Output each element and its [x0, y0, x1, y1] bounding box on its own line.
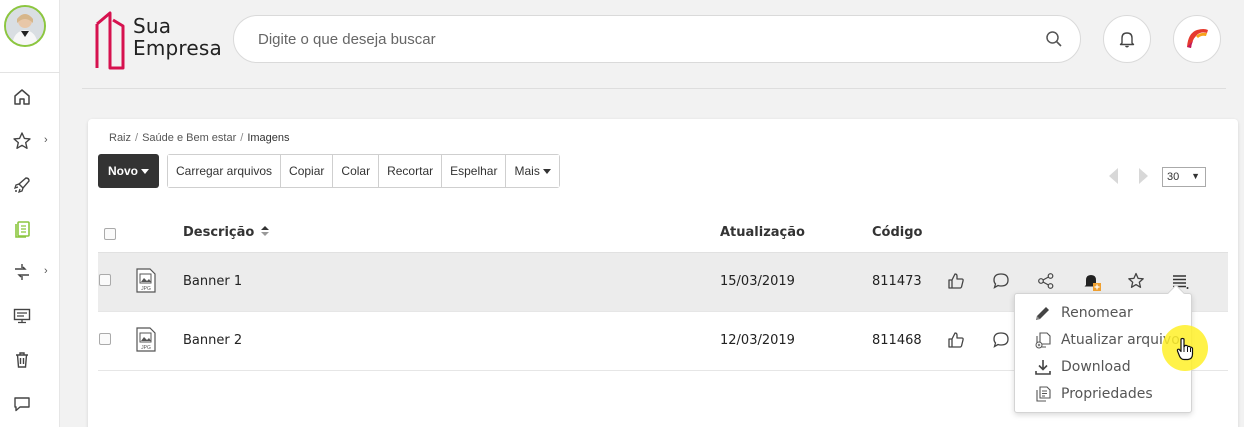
file-code: 811473 [872, 274, 922, 289]
hand-cursor-icon [1176, 337, 1194, 361]
notifications-button[interactable] [1103, 15, 1151, 63]
like-icon[interactable] [947, 272, 965, 290]
select-all-checkbox[interactable] [104, 228, 116, 240]
header-divider [82, 88, 1226, 89]
chevron-right-icon: › [44, 134, 48, 146]
properties-icon [1036, 386, 1051, 402]
sidebar-item-documents[interactable] [12, 214, 52, 244]
svg-text:JPG: JPG [141, 286, 151, 292]
caret-down-icon [141, 168, 149, 174]
avatar[interactable] [4, 5, 46, 47]
chevron-right-icon: › [44, 265, 48, 277]
breadcrumb-item-current: Imagens [247, 132, 290, 144]
sidebar-item-workflow[interactable]: › [12, 257, 52, 287]
sidebar-divider [0, 72, 60, 73]
prev-page-icon[interactable] [1107, 167, 1121, 185]
file-updated-date: 15/03/2019 [720, 274, 795, 289]
file-updated-date: 12/03/2019 [720, 333, 795, 348]
star-icon [13, 132, 31, 149]
svg-text:JPG: JPG [141, 345, 151, 351]
file-name[interactable]: Banner 2 [183, 333, 242, 348]
share-icon[interactable] [1037, 272, 1055, 290]
comment-icon[interactable] [992, 331, 1010, 349]
sidebar: › › [0, 0, 60, 427]
table-header: Descrição Atualização Código [98, 213, 1228, 253]
search-bar [233, 15, 1081, 63]
menu-item-rename[interactable]: Renomear [1015, 300, 1191, 327]
sidebar-item-trash[interactable] [12, 345, 52, 375]
brand-name-line1: Sua [133, 14, 172, 38]
image-file-icon: JPG [136, 268, 156, 293]
company-logo[interactable]: Sua Empresa [93, 10, 223, 72]
rocket-icon [13, 177, 30, 194]
column-code[interactable]: Código [872, 225, 922, 240]
bell-icon [1119, 32, 1135, 48]
new-button[interactable]: Novo [98, 154, 159, 188]
dropdown-arrow-icon: ▼ [1191, 171, 1200, 181]
upload-files-button[interactable]: Carregar arquivos [168, 155, 282, 187]
file-name[interactable]: Banner 1 [183, 274, 242, 289]
like-icon[interactable] [947, 331, 965, 349]
breadcrumb-item-root[interactable]: Raiz [109, 132, 131, 144]
workflow-arrows-icon [15, 264, 29, 280]
update-file-icon [1035, 332, 1051, 349]
download-icon [1035, 360, 1051, 375]
notification-subscribe-icon[interactable] [1082, 272, 1102, 292]
file-code: 811468 [872, 333, 922, 348]
chat-icon [14, 397, 30, 412]
presentation-icon [13, 308, 31, 324]
row-checkbox[interactable] [99, 274, 111, 286]
sidebar-item-messages[interactable] [12, 389, 52, 419]
column-description[interactable]: Descrição [183, 225, 269, 240]
sidebar-item-launch[interactable] [12, 170, 52, 200]
next-page-icon[interactable] [1136, 167, 1150, 185]
toolbar-button-group: Carregar arquivos Copiar Colar Recortar … [167, 154, 560, 188]
documents-icon [15, 221, 30, 238]
sidebar-item-presentation[interactable] [12, 301, 52, 331]
sidebar-item-favorites[interactable]: › [12, 126, 52, 156]
page-size-select[interactable]: 30 ▼ [1162, 167, 1206, 187]
sidebar-item-home[interactable] [12, 82, 52, 112]
brand-name-line2: Empresa [133, 36, 222, 60]
favorite-star-icon[interactable] [1127, 272, 1145, 290]
sort-icon [260, 226, 269, 236]
comment-icon[interactable] [992, 272, 1010, 290]
paste-button[interactable]: Colar [333, 155, 380, 187]
menu-item-properties[interactable]: Propriedades [1015, 381, 1191, 408]
caret-down-icon [542, 168, 551, 174]
breadcrumb-item-folder[interactable]: Saúde e Bem estar [142, 132, 236, 144]
logo-icon [95, 11, 125, 70]
more-button[interactable]: Mais [506, 155, 559, 187]
home-icon [14, 89, 30, 105]
search-icon[interactable] [1045, 30, 1063, 48]
mirror-button[interactable]: Espelhar [442, 155, 507, 187]
brand-mark-icon [1187, 29, 1208, 48]
app-launcher-button[interactable] [1173, 15, 1221, 63]
search-input[interactable] [258, 16, 1038, 62]
copy-button[interactable]: Copiar [281, 155, 334, 187]
breadcrumb: Raiz / Saúde e Bem estar / Imagens [109, 132, 290, 144]
trash-icon [16, 352, 28, 368]
row-checkbox[interactable] [99, 333, 111, 345]
pencil-icon [1036, 307, 1049, 320]
image-file-icon: JPG [136, 327, 156, 352]
toolbar: Novo Carregar arquivos Copiar Colar Reco… [98, 154, 560, 188]
cut-button[interactable]: Recortar [379, 155, 443, 187]
column-updated[interactable]: Atualização [720, 225, 805, 240]
